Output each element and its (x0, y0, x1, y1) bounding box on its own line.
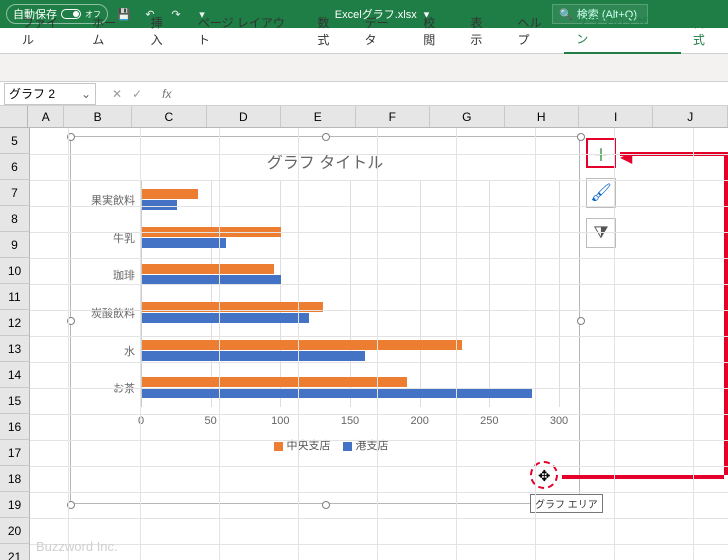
row-header[interactable]: 18 (0, 466, 30, 492)
toggle-icon (61, 9, 81, 19)
bar-港支店[interactable] (142, 388, 532, 398)
undo-icon[interactable]: ↶ (140, 8, 160, 21)
plot-area[interactable]: 050100150200250300果実飲料牛乳珈琲炭酸飲料水お茶 (141, 181, 559, 431)
annotation-arrowhead: ◀ (620, 147, 632, 167)
row-header[interactable]: 11 (0, 284, 30, 310)
enter-icon[interactable]: ✓ (132, 87, 142, 101)
tab-書式[interactable]: 書式 (681, 10, 728, 53)
selection-handle[interactable] (577, 317, 585, 325)
col-header[interactable]: I (579, 106, 653, 127)
redo-icon[interactable]: ↷ (166, 8, 186, 21)
row-header[interactable]: 13 (0, 336, 30, 362)
row-header[interactable]: 12 (0, 310, 30, 336)
col-header[interactable]: C (132, 106, 206, 127)
qat-dropdown-icon[interactable]: ▾ (192, 8, 212, 21)
save-icon[interactable]: 💾 (114, 8, 134, 21)
legend-label[interactable]: 中央支店 (287, 440, 331, 452)
chart-filters-button[interactable]: ⧩ (586, 218, 616, 248)
spreadsheet-grid[interactable]: ABCDEFGHIJ 56789101112131415161718192021… (0, 106, 728, 560)
row-header[interactable]: 6 (0, 154, 30, 180)
ribbon-tabs: ファイルホーム挿入ページ レイアウト数式データ校閲表示ヘルプグラフのデザイン書式 (0, 28, 728, 54)
annotation-line (562, 475, 724, 479)
col-header[interactable]: A (28, 106, 64, 127)
watermark: Buzzword Inc. (36, 539, 118, 554)
bar-港支店[interactable] (142, 200, 177, 210)
bar-中央支店[interactable] (142, 264, 274, 274)
row-header[interactable]: 15 (0, 388, 30, 414)
tab-データ[interactable]: データ (353, 10, 412, 53)
row-header[interactable]: 21 (0, 544, 30, 560)
bar-港支店[interactable] (142, 238, 226, 248)
col-header[interactable]: D (207, 106, 281, 127)
annotation-line (724, 152, 728, 475)
x-tick-label: 250 (480, 415, 498, 427)
bar-港支店[interactable] (142, 351, 365, 361)
row-header[interactable]: 19 (0, 492, 30, 518)
legend-label[interactable]: 港支店 (356, 440, 389, 452)
chart-title[interactable]: グラフ タイトル (71, 149, 579, 173)
column-headers: ABCDEFGHIJ (0, 106, 728, 128)
row-header[interactable]: 10 (0, 258, 30, 284)
row-header[interactable]: 16 (0, 414, 30, 440)
col-header[interactable]: H (505, 106, 579, 127)
x-tick-label: 50 (205, 415, 217, 427)
bar-中央支店[interactable] (142, 189, 198, 199)
name-box[interactable]: グラフ 2 ⌄ (4, 83, 96, 105)
chart-styles-button[interactable]: 🖌 (586, 178, 616, 208)
chart-area-tooltip: グラフ エリア (530, 494, 603, 513)
x-tick-label: 200 (410, 415, 428, 427)
col-header[interactable]: J (653, 106, 727, 127)
chart-elements-button[interactable]: ＋ (586, 138, 616, 168)
legend-swatch (274, 442, 283, 451)
bar-中央支店[interactable] (142, 340, 462, 350)
col-header[interactable]: F (356, 106, 430, 127)
row-header[interactable]: 8 (0, 206, 30, 232)
bar-港支店[interactable] (142, 313, 309, 323)
row-headers: 56789101112131415161718192021 (0, 128, 30, 560)
row-header[interactable]: 14 (0, 362, 30, 388)
select-all-corner[interactable] (0, 106, 28, 127)
tab-ヘルプ[interactable]: ヘルプ (506, 10, 565, 53)
cancel-icon[interactable]: ✕ (112, 87, 122, 101)
fx-icon[interactable]: fx (162, 87, 171, 101)
category-label: 珈琲 (113, 267, 141, 283)
chevron-down-icon[interactable]: ⌄ (81, 87, 91, 101)
row-header[interactable]: 17 (0, 440, 30, 466)
col-header[interactable]: G (430, 106, 504, 127)
x-tick-label: 150 (341, 415, 359, 427)
x-tick-label: 100 (271, 415, 289, 427)
row-header[interactable]: 7 (0, 180, 30, 206)
row-header[interactable]: 5 (0, 128, 30, 154)
name-box-value: グラフ 2 (9, 85, 55, 102)
legend-swatch (343, 442, 352, 451)
col-header[interactable]: B (64, 106, 132, 127)
tab-表示[interactable]: 表示 (458, 10, 505, 53)
selection-handle[interactable] (322, 133, 330, 141)
row-header[interactable]: 20 (0, 518, 30, 544)
tab-グラフのデザイン[interactable]: グラフのデザイン (564, 9, 681, 54)
tab-数式[interactable]: 数式 (305, 10, 352, 53)
cells-area[interactable]: グラフ タイトル 050100150200250300果実飲料牛乳珈琲炭酸飲料水… (30, 128, 728, 560)
col-header[interactable]: E (281, 106, 355, 127)
formula-bar-row: グラフ 2 ⌄ ✕ ✓ fx (0, 82, 728, 106)
category-label: 炭酸飲料 (91, 305, 141, 321)
cursor-icon: ✥ (538, 467, 551, 485)
x-tick-label: 300 (550, 415, 568, 427)
tab-校閲[interactable]: 校閲 (411, 10, 458, 53)
category-label: 水 (124, 343, 141, 359)
chart-object[interactable]: グラフ タイトル 050100150200250300果実飲料牛乳珈琲炭酸飲料水… (70, 136, 580, 504)
bar-中央支店[interactable] (142, 377, 407, 387)
row-header[interactable]: 9 (0, 232, 30, 258)
selection-handle[interactable] (322, 501, 330, 509)
selection-handle[interactable] (577, 133, 585, 141)
ribbon-toolstrip (0, 54, 728, 82)
x-tick-label: 0 (138, 415, 144, 427)
